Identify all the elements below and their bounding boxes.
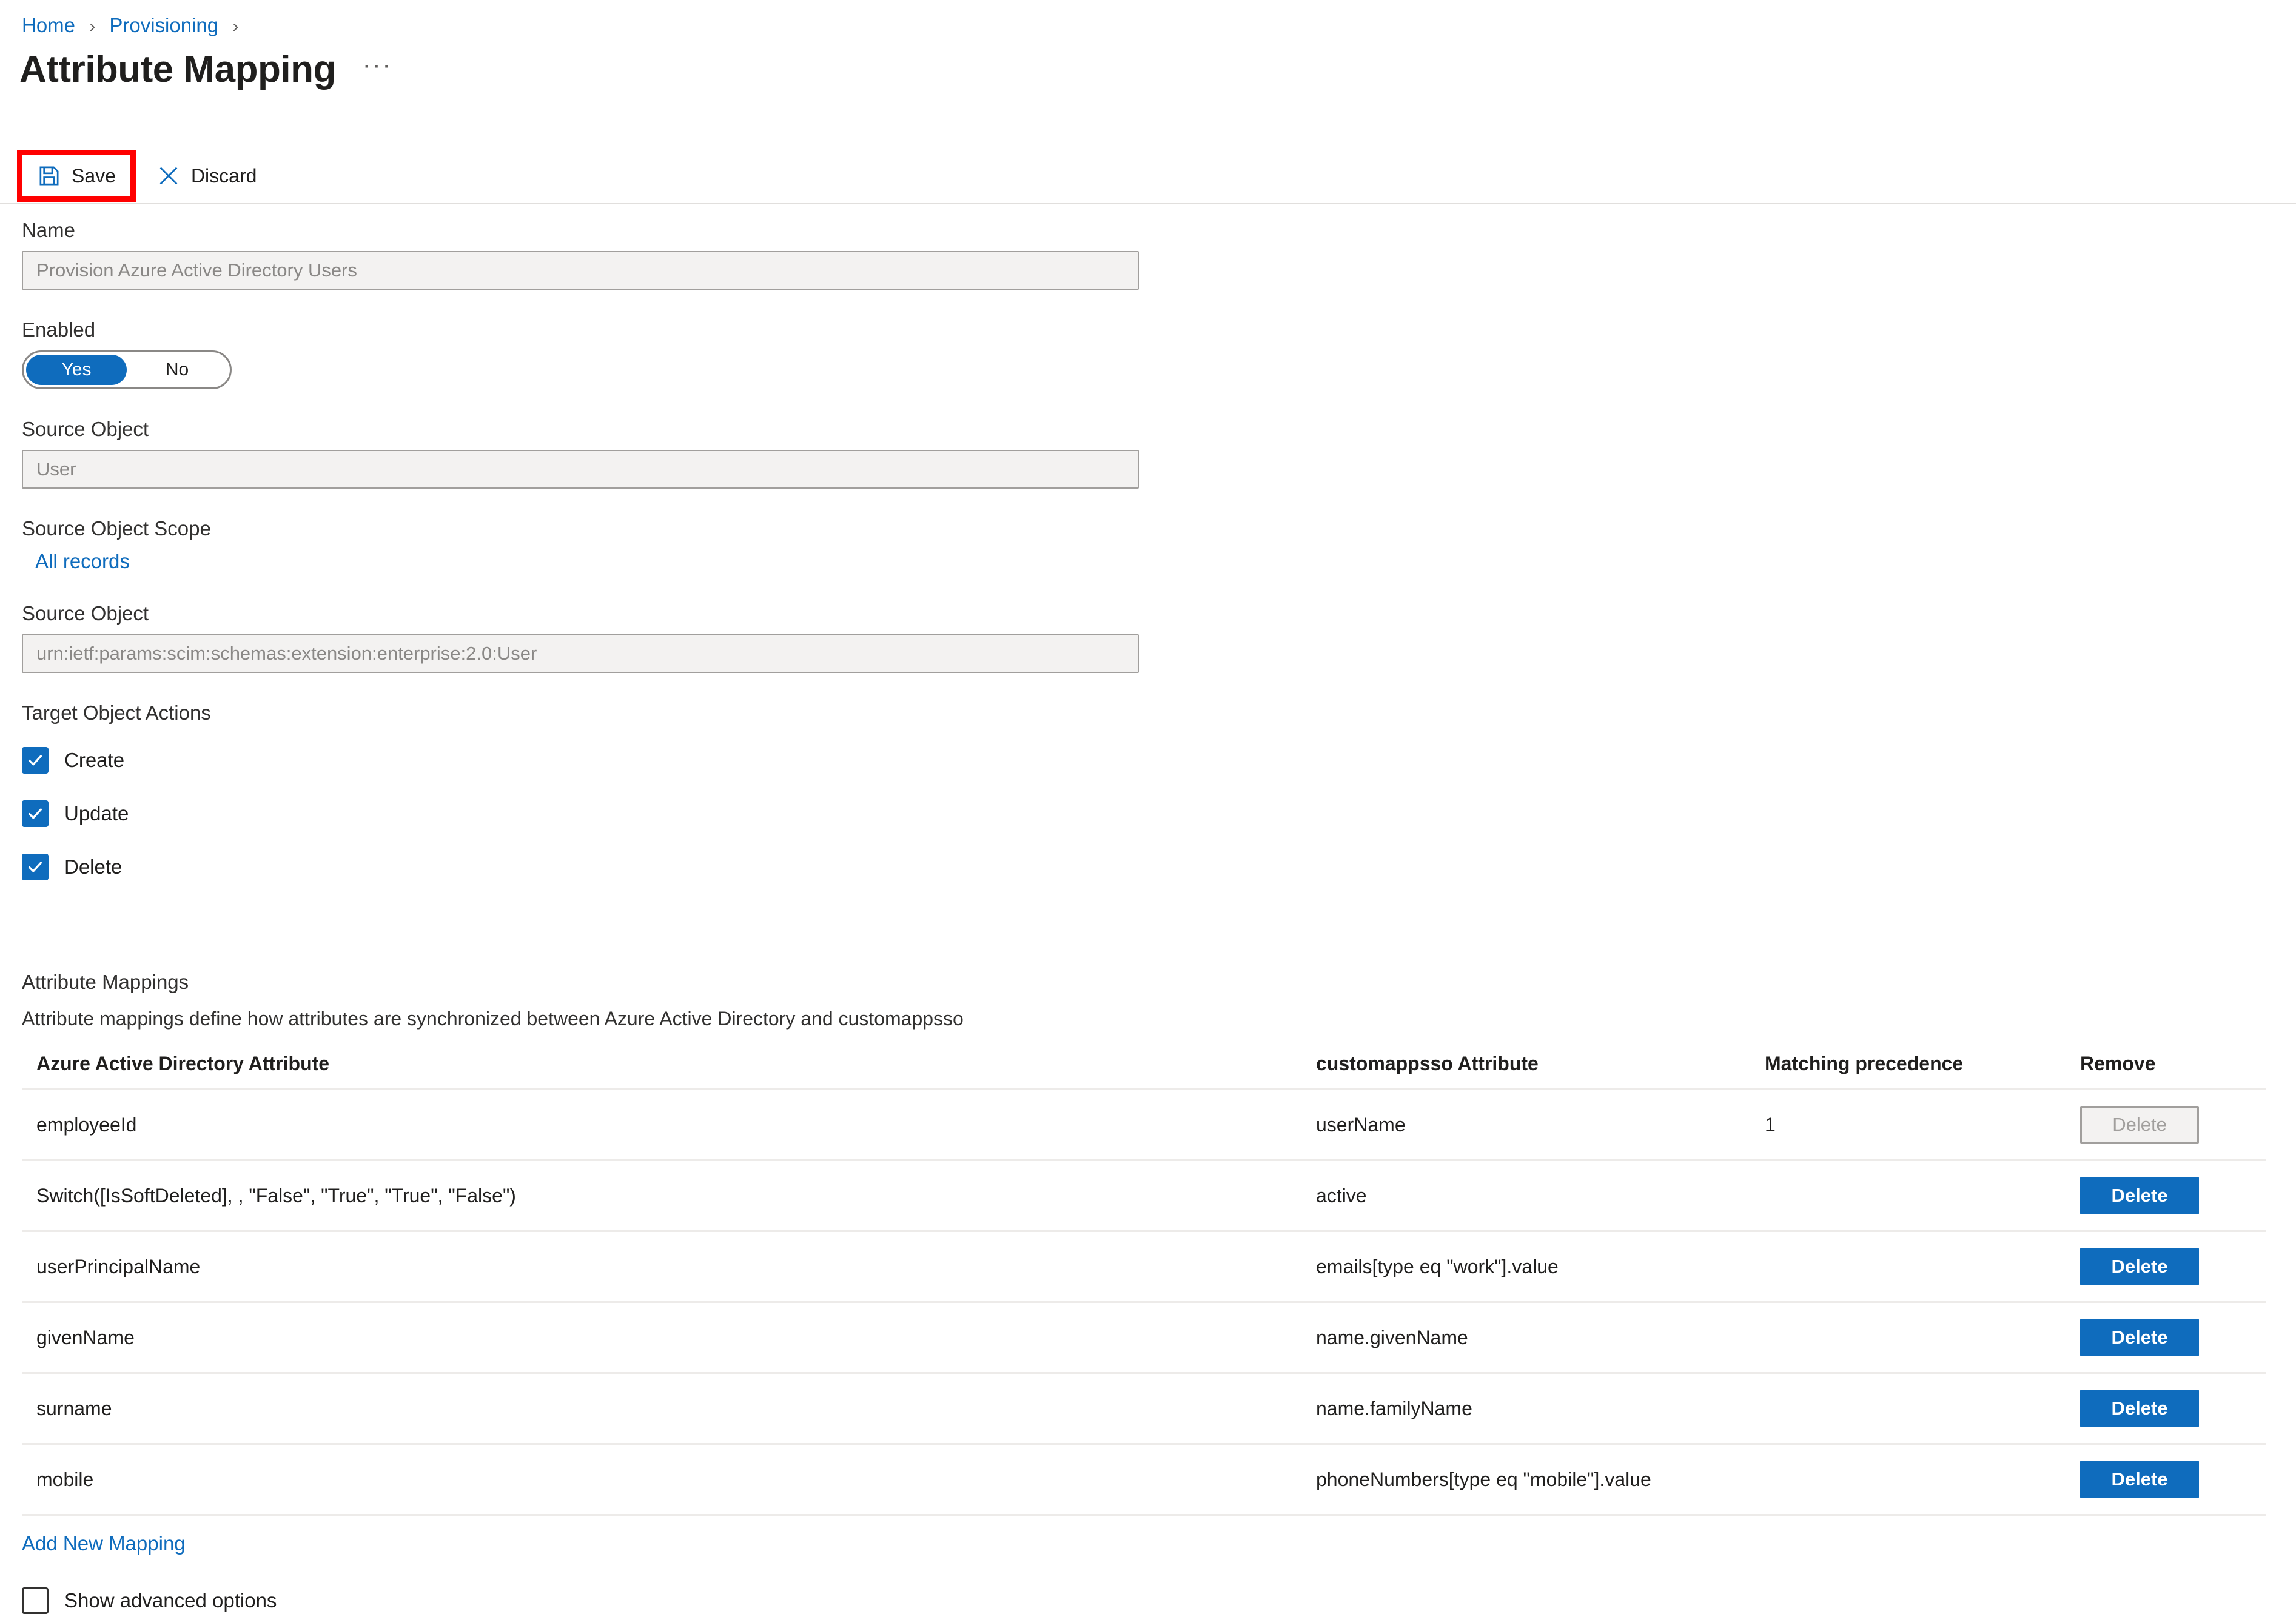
cell-aad-attribute: surname [22,1372,1301,1444]
name-field-block: Name Provision Azure Active Directory Us… [22,218,2266,290]
target-object-actions-label: Target Object Actions [22,702,211,724]
name-label: Name [22,219,76,241]
checkbox-update-label: Update [64,802,129,825]
cell-matching-precedence [1750,1159,2066,1231]
checkbox-delete-icon[interactable] [22,854,49,880]
table-row: userPrincipalName emails[type eq "work"]… [22,1230,2266,1302]
table-row: employeeId userName 1 Delete [22,1088,2266,1160]
discard-button-label: Discard [190,164,257,187]
delete-button[interactable]: Delete [2080,1319,2199,1356]
attribute-mappings-title: Attribute Mappings [22,971,189,993]
target-action-delete-row[interactable]: Delete [22,854,2266,880]
source-object-schema-input[interactable]: urn:ietf:params:scim:schemas:extension:e… [22,634,1139,673]
cell-aad-attribute: userPrincipalName [22,1230,1301,1302]
source-object-schema-label: Source Object [22,602,149,625]
table-row: mobile phoneNumbers[type eq "mobile"].va… [22,1443,2266,1514]
column-header-remove: Remove [2080,1053,2156,1074]
add-new-mapping-link[interactable]: Add New Mapping [22,1532,186,1556]
table-bottom-divider [22,1514,2266,1516]
source-object-field-block: Source Object User [22,417,2266,489]
source-object-input[interactable]: User [22,450,1139,489]
show-advanced-options-label: Show advanced options [64,1589,277,1612]
command-bar: Save Discard [0,149,2296,203]
column-header-customappsso-attribute: customappsso Attribute [1316,1053,1539,1074]
show-advanced-options-row[interactable]: Show advanced options [22,1587,2278,1614]
table-body: employeeId userName 1 Delete Switch([IsS… [22,1088,2266,1514]
cell-remove: Delete [2066,1301,2266,1373]
enabled-toggle-yes[interactable]: Yes [26,355,127,385]
table-row: Switch([IsSoftDeleted], , "False", "True… [22,1159,2266,1231]
checkbox-update-icon[interactable] [22,800,49,827]
enabled-field-block: Enabled Yes No [22,318,2266,389]
save-button-label: Save [72,164,116,187]
cell-remove: Delete [2066,1372,2266,1444]
delete-button[interactable]: Delete [2080,1390,2199,1427]
discard-button[interactable]: Discard [147,156,265,195]
delete-button[interactable]: Delete [2080,1461,2199,1498]
cell-matching-precedence [1750,1230,2066,1302]
enabled-label: Enabled [22,318,96,341]
checkbox-show-advanced-options-icon[interactable] [22,1587,49,1614]
breadcrumb-item-home[interactable]: Home [22,14,75,36]
table-header-row: Azure Active Directory Attribute customa… [22,1053,2266,1090]
breadcrumb: Home › Provisioning › [22,13,247,39]
enabled-toggle-no[interactable]: No [127,355,227,385]
breadcrumb-item-provisioning[interactable]: Provisioning [109,14,218,36]
column-header-matching-precedence: Matching precedence [1765,1053,1964,1074]
target-action-create-row[interactable]: Create [22,747,2266,774]
cell-customappsso-attribute: name.givenName [1301,1301,1750,1373]
delete-button[interactable]: Delete [2080,1177,2199,1214]
cell-aad-attribute: givenName [22,1301,1301,1373]
ellipsis-icon[interactable]: ··· [363,53,392,87]
save-button[interactable]: Save [28,156,124,195]
page-title: Attribute Mapping [19,49,336,90]
cell-matching-precedence [1750,1301,2066,1373]
checkbox-create-icon[interactable] [22,747,49,774]
cell-aad-attribute: mobile [22,1443,1301,1514]
source-object-scope-link[interactable]: All records [35,549,130,574]
name-input[interactable]: Provision Azure Active Directory Users [22,251,1139,290]
cell-aad-attribute: Switch([IsSoftDeleted], , "False", "True… [22,1159,1301,1231]
cell-remove: Delete [2066,1088,2266,1160]
source-object-schema-block: Source Object urn:ietf:params:scim:schem… [22,601,2266,673]
cell-remove: Delete [2066,1443,2266,1514]
table-row: givenName name.givenName Delete [22,1301,2266,1373]
source-object-scope-block: Source Object Scope All records [22,517,2266,574]
cell-customappsso-attribute: name.familyName [1301,1372,1750,1444]
breadcrumb-separator-icon-2: › [232,16,239,36]
attribute-mappings-description: Attribute mappings define how attributes… [22,1008,964,1030]
cell-customappsso-attribute: emails[type eq "work"].value [1301,1230,1750,1302]
cell-matching-precedence: 1 [1750,1088,2066,1160]
attribute-mappings-table: Azure Active Directory Attribute customa… [22,1053,2266,1514]
cell-matching-precedence [1750,1372,2066,1444]
table-row: surname name.familyName Delete [22,1372,2266,1444]
source-object-scope-label: Source Object Scope [22,517,211,540]
table-head: Azure Active Directory Attribute customa… [22,1053,2266,1090]
cell-remove: Delete [2066,1159,2266,1231]
cell-aad-attribute: employeeId [22,1088,1301,1160]
attribute-mappings-section: Attribute Mappings Attribute mappings de… [22,970,2278,1614]
column-header-aad-attribute: Azure Active Directory Attribute [36,1053,330,1074]
save-floppy-icon [36,163,62,189]
target-action-update-row[interactable]: Update [22,800,2266,827]
cell-customappsso-attribute: userName [1301,1088,1750,1160]
page-title-row: Attribute Mapping ··· [19,47,392,92]
checkbox-delete-label: Delete [64,856,123,878]
delete-button[interactable]: Delete [2080,1248,2199,1285]
cell-matching-precedence [1750,1443,2066,1514]
attribute-mapping-form: Name Provision Azure Active Directory Us… [22,218,2266,908]
cell-customappsso-attribute: active [1301,1159,1750,1231]
cell-remove: Delete [2066,1230,2266,1302]
command-bar-divider [0,203,2296,204]
close-x-icon [156,163,181,189]
checkbox-create-label: Create [64,749,125,771]
target-object-actions-block: Target Object Actions Create Update Dele… [22,701,2266,880]
cell-customappsso-attribute: phoneNumbers[type eq "mobile"].value [1301,1443,1750,1514]
breadcrumb-separator-icon: › [89,16,96,36]
enabled-toggle[interactable]: Yes No [22,350,232,389]
delete-button: Delete [2080,1106,2199,1144]
source-object-label: Source Object [22,418,149,440]
